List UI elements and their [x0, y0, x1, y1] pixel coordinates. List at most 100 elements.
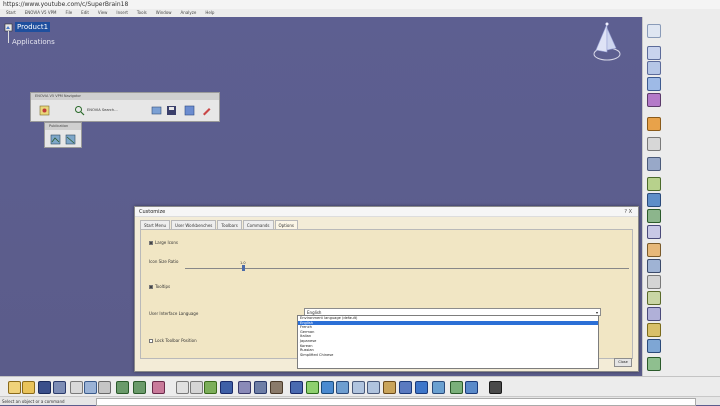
menu-item-tools[interactable]: Tools — [137, 9, 147, 17]
contact-icon[interactable] — [647, 209, 661, 223]
paste-icon[interactable] — [98, 381, 111, 394]
toolbar-title: ENOVIA V5 VPM Navigator — [31, 93, 219, 100]
cut-icon[interactable] — [70, 381, 83, 394]
tooltips-option[interactable]: Tooltips — [149, 284, 170, 289]
scene-icon[interactable] — [647, 323, 661, 337]
filter-icon[interactable] — [151, 105, 162, 116]
redo-icon[interactable] — [133, 381, 146, 394]
print-icon[interactable] — [53, 381, 66, 394]
right-toolbar — [642, 17, 720, 376]
navigator-icon[interactable] — [39, 105, 50, 116]
measure-icon[interactable] — [647, 275, 661, 289]
publication-toolbar[interactable]: Publication — [44, 122, 82, 148]
knowledge-icon[interactable] — [204, 381, 217, 394]
edit-icon[interactable] — [201, 105, 212, 116]
normal-view-icon[interactable] — [383, 381, 396, 394]
dialog-title-bar[interactable]: Customize ? X — [135, 207, 638, 217]
product-icon[interactable] — [647, 24, 661, 38]
menu-item-enovia[interactable]: ENOVIA V5 VPM — [25, 9, 57, 17]
hide-show-icon[interactable] — [450, 381, 463, 394]
language-label: User Interface Language — [149, 311, 199, 316]
menu-item-start[interactable]: Start — [6, 9, 16, 17]
enovia-navigator-toolbar[interactable]: ENOVIA V5 VPM Navigator ENOVIA Search... — [30, 92, 220, 122]
snap-icon[interactable] — [647, 117, 661, 131]
fit-all-icon[interactable] — [306, 381, 319, 394]
rotate-icon[interactable] — [336, 381, 349, 394]
tools-icon[interactable] — [489, 381, 502, 394]
section-icon[interactable] — [647, 291, 661, 305]
swap-visible-space-icon[interactable] — [465, 381, 478, 394]
status-text: Select an object or a command — [2, 399, 65, 404]
zoom-out-icon[interactable] — [367, 381, 380, 394]
icon-size-slider-track[interactable] — [185, 268, 629, 269]
fix-icon[interactable] — [647, 177, 661, 191]
menu-item-window[interactable]: Window — [156, 9, 172, 17]
manipulation-icon[interactable] — [647, 137, 661, 151]
tooltips-checkbox[interactable] — [149, 284, 153, 289]
update-icon[interactable] — [647, 259, 661, 273]
menu-item-help[interactable]: Help — [205, 9, 214, 17]
offset-icon[interactable] — [647, 225, 661, 239]
undo-icon[interactable] — [116, 381, 129, 394]
open-icon[interactable] — [22, 381, 35, 394]
tree-root-label[interactable]: Product1 — [15, 22, 51, 32]
save-icon[interactable] — [38, 381, 51, 394]
large-icons-option[interactable]: Large Icons — [149, 240, 178, 245]
lock-toolbar-option[interactable]: Lock Toolbar Position — [149, 338, 197, 343]
lock-toolbar-checkbox[interactable] — [149, 338, 153, 343]
dialog-title: Customize — [139, 209, 166, 215]
existing-component-icon[interactable] — [647, 93, 661, 107]
comment-icon[interactable] — [190, 381, 203, 394]
menu-item-file[interactable]: File — [65, 9, 72, 17]
pan-icon[interactable] — [321, 381, 334, 394]
compass-icon[interactable] — [588, 20, 626, 64]
catalog-browser-icon[interactable] — [220, 381, 233, 394]
tree-item-applications[interactable]: Applications — [12, 38, 55, 46]
formula-icon[interactable] — [176, 381, 189, 394]
search-icon[interactable] — [74, 105, 85, 116]
menu-item-insert[interactable]: Insert — [116, 9, 127, 17]
constraint-icon[interactable] — [647, 157, 661, 171]
menu-item-edit[interactable]: Edit — [81, 9, 89, 17]
publication-edit-icon[interactable] — [65, 134, 76, 145]
zoom-in-icon[interactable] — [352, 381, 365, 394]
iso-view-icon[interactable] — [415, 381, 428, 394]
design-table-icon[interactable] — [238, 381, 251, 394]
url-bar: https://www.youtube.com/c/SuperBrain18 — [0, 0, 720, 9]
assembly-icon[interactable] — [647, 46, 661, 60]
dialog-window-controls[interactable]: ? X — [624, 207, 632, 217]
toolbar-title: Publication — [45, 123, 81, 130]
icon-size-label: Icon Size Ratio — [149, 259, 179, 264]
component-icon[interactable] — [647, 61, 661, 75]
save-icon[interactable] — [166, 105, 177, 116]
publication-icon[interactable] — [50, 134, 61, 145]
language-option[interactable]: Simplified Chinese — [298, 353, 598, 358]
tree-connector — [8, 31, 9, 43]
menu-item-view[interactable]: View — [98, 9, 108, 17]
enovia-search-label[interactable]: ENOVIA Search... — [87, 108, 118, 112]
language-dropdown-list[interactable]: Environment language (default) English F… — [297, 315, 599, 369]
status-bar: Select an object or a command — [0, 396, 720, 406]
coincidence-icon[interactable] — [647, 193, 661, 207]
large-icons-checkbox[interactable] — [149, 240, 153, 245]
close-button[interactable]: Close — [614, 358, 632, 367]
fly-mode-icon[interactable] — [290, 381, 303, 394]
new-icon[interactable] — [8, 381, 21, 394]
catalog-icon[interactable] — [647, 357, 661, 371]
large-icons-label: Large Icons — [155, 240, 178, 245]
multi-view-icon[interactable] — [399, 381, 412, 394]
copy-icon[interactable] — [84, 381, 97, 394]
whats-this-icon[interactable] — [152, 381, 165, 394]
refresh-icon[interactable] — [184, 105, 195, 116]
menu-item-analyze[interactable]: Analyze — [181, 9, 197, 17]
menu-bar: Start ENOVIA V5 VPM File Edit View Inser… — [0, 9, 720, 17]
clash-icon[interactable] — [647, 307, 661, 321]
grid-icon[interactable] — [254, 381, 267, 394]
icon-size-slider-thumb[interactable] — [242, 265, 245, 271]
tree-root[interactable]: Product1 — [4, 22, 51, 32]
explode-icon[interactable] — [647, 339, 661, 353]
hand-icon[interactable] — [270, 381, 283, 394]
angle-icon[interactable] — [647, 243, 661, 257]
part-icon[interactable] — [647, 77, 661, 91]
shading-icon[interactable] — [432, 381, 445, 394]
